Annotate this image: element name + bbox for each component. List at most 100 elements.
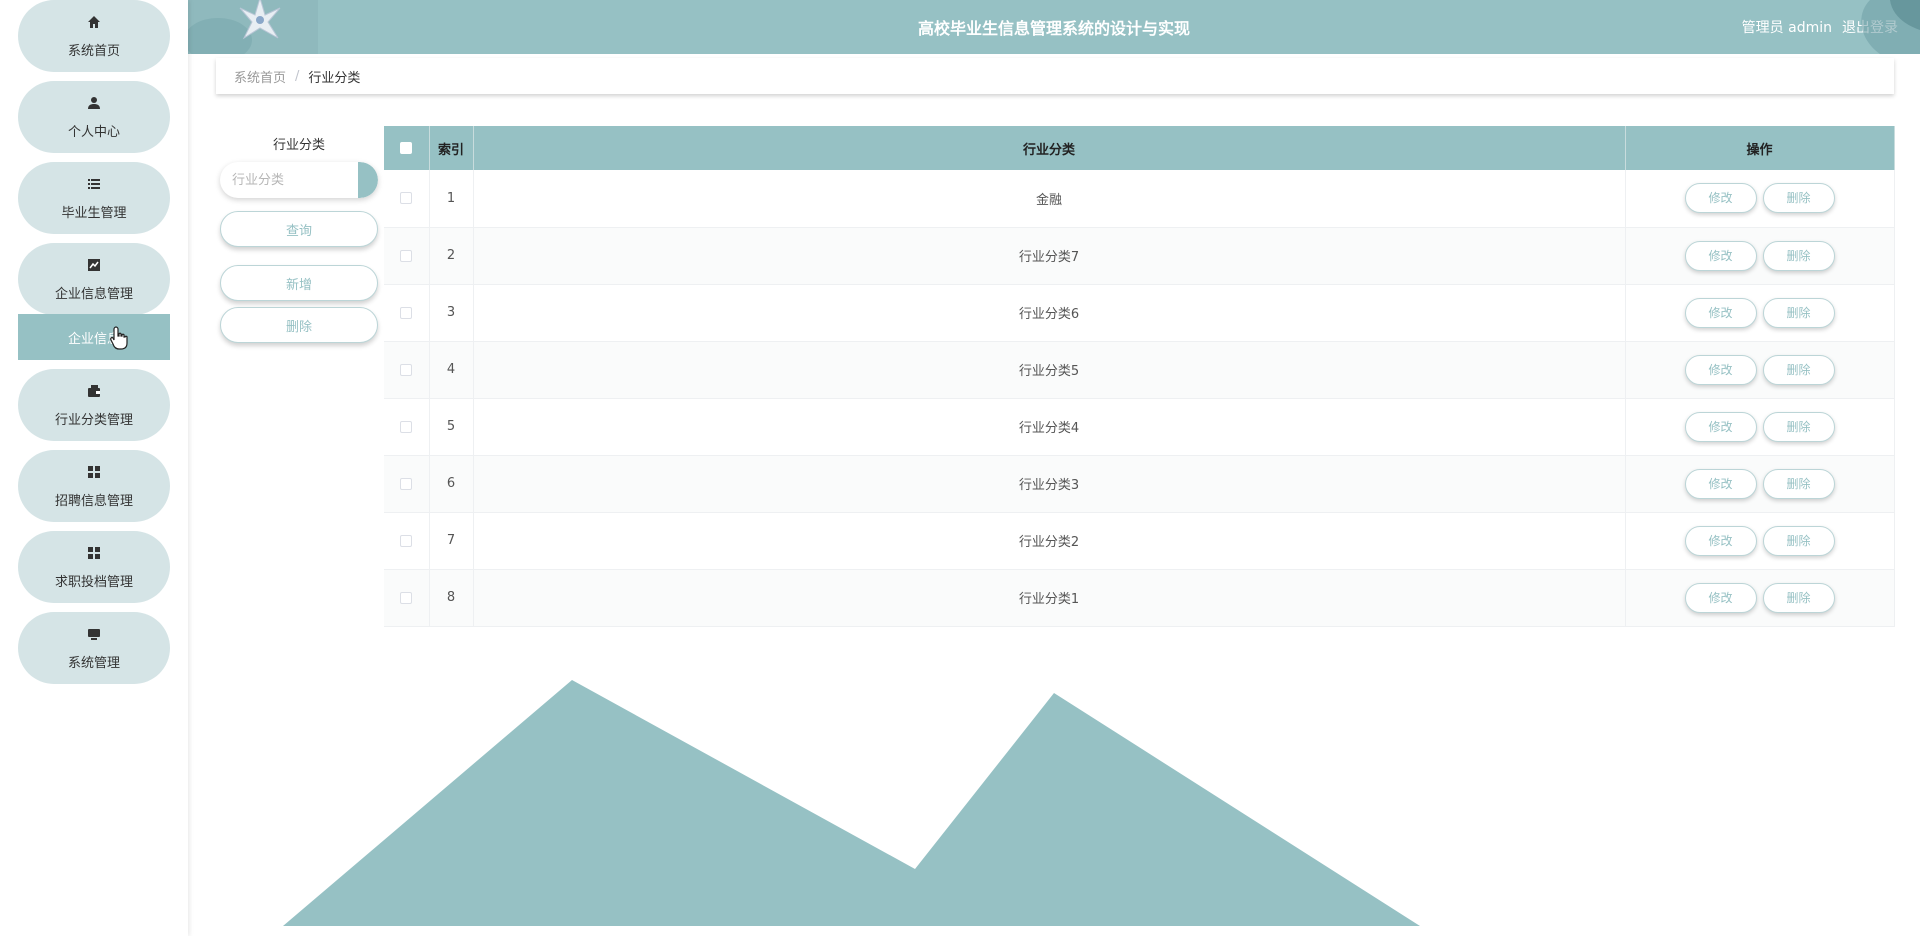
page-title: 高校毕业生信息管理系统的设计与实现 — [917, 19, 1190, 38]
delete-button[interactable]: 删除 — [1762, 240, 1835, 271]
home-icon — [87, 14, 101, 34]
sidebar-item-label: 毕业生管理 — [61, 205, 127, 221]
batch-delete-button[interactable]: 删除 — [220, 307, 378, 343]
row-actions: 修改 删除 — [1625, 569, 1895, 627]
row-index: 3 — [429, 284, 474, 342]
sidebar: 系统首页 个人中心 毕业生管理 企业信息管理 企业信息 行业分类管理 招聘信息管… — [0, 0, 188, 936]
row-actions: 修改 删除 — [1625, 512, 1895, 570]
row-checkbox[interactable] — [400, 477, 413, 490]
sidebar-item-company[interactable]: 企业信息管理 — [18, 243, 170, 315]
delete-button[interactable]: 删除 — [1762, 354, 1835, 385]
sidebar-item-system[interactable]: 系统管理 — [18, 612, 170, 684]
row-select-cell — [384, 341, 430, 399]
row-index: 1 — [429, 170, 474, 228]
row-checkbox[interactable] — [400, 306, 413, 319]
row-category: 行业分类1 — [473, 569, 1626, 627]
row-select-cell — [384, 170, 430, 228]
table-row: 1 金融 修改 删除 — [384, 170, 1895, 228]
input-accent-tab — [358, 162, 378, 198]
edit-button[interactable]: 修改 — [1684, 582, 1757, 613]
grid-icon — [87, 545, 101, 565]
row-select-cell — [384, 512, 430, 570]
breadcrumb-separator: / — [295, 68, 300, 84]
row-category: 行业分类4 — [473, 398, 1626, 456]
row-select-cell — [384, 284, 430, 342]
row-category: 行业分类5 — [473, 341, 1626, 399]
row-actions: 修改 删除 — [1625, 455, 1895, 513]
column-header-index: 索引 — [429, 126, 474, 170]
breadcrumb: 系统首页 / 行业分类 — [216, 58, 1894, 94]
column-header-category: 行业分类 — [473, 126, 1626, 170]
mountain-decoration — [283, 680, 1420, 926]
delete-button[interactable]: 删除 — [1762, 468, 1835, 499]
delete-button[interactable]: 删除 — [1762, 411, 1835, 442]
row-index: 7 — [429, 512, 474, 570]
delete-button[interactable]: 删除 — [1762, 582, 1835, 613]
edit-button[interactable]: 修改 — [1684, 468, 1757, 499]
row-select-cell — [384, 455, 430, 513]
edit-button[interactable]: 修改 — [1684, 525, 1757, 556]
sidebar-item-home[interactable]: 系统首页 — [18, 0, 170, 72]
flower-decoration-icon — [188, 0, 318, 54]
row-select-cell — [384, 398, 430, 456]
table-row: 3 行业分类6 修改 删除 — [384, 284, 1895, 342]
row-select-cell — [384, 227, 430, 285]
row-checkbox[interactable] — [400, 420, 413, 433]
breadcrumb-current: 行业分类 — [308, 70, 361, 86]
search-input[interactable] — [220, 162, 358, 198]
sidebar-item-recruitment[interactable]: 招聘信息管理 — [18, 450, 170, 522]
table-row: 4 行业分类5 修改 删除 — [384, 341, 1895, 399]
row-checkbox[interactable] — [400, 249, 413, 262]
delete-button[interactable]: 删除 — [1762, 183, 1835, 214]
table-row: 2 行业分类7 修改 删除 — [384, 227, 1895, 285]
add-button[interactable]: 新增 — [220, 265, 378, 301]
table-row: 7 行业分类2 修改 删除 — [384, 512, 1895, 570]
table-header-row: 索引 行业分类 操作 — [384, 126, 1895, 170]
row-checkbox[interactable] — [400, 534, 413, 547]
row-checkbox[interactable] — [400, 363, 413, 376]
search-input-wrapper — [220, 162, 378, 198]
user-icon — [87, 95, 101, 115]
sidebar-item-label: 系统管理 — [67, 655, 120, 671]
sidebar-item-label: 行业分类管理 — [54, 412, 133, 428]
delete-button[interactable]: 删除 — [1762, 297, 1835, 328]
row-actions: 修改 删除 — [1625, 341, 1895, 399]
sidebar-item-graduates[interactable]: 毕业生管理 — [18, 162, 170, 234]
edit-button[interactable]: 修改 — [1684, 240, 1757, 271]
chart-icon — [87, 257, 101, 277]
row-index: 6 — [429, 455, 474, 513]
row-category: 行业分类7 — [473, 227, 1626, 285]
edit-button[interactable]: 修改 — [1684, 354, 1757, 385]
breadcrumb-home[interactable]: 系统首页 — [234, 67, 286, 86]
column-header-actions: 操作 — [1625, 126, 1895, 170]
sidebar-item-applications[interactable]: 求职投档管理 — [18, 531, 170, 603]
select-all-checkbox[interactable] — [400, 142, 413, 154]
row-actions: 修改 删除 — [1625, 170, 1895, 228]
row-checkbox[interactable] — [400, 192, 413, 205]
industry-table: 索引 行业分类 操作 1 金融 修改 删除 2 行业分类7 修改 删除 3 行业分类6 修改 删除 4 行… — [384, 126, 1895, 627]
delete-button[interactable]: 删除 — [1762, 525, 1835, 556]
row-checkbox[interactable] — [400, 591, 413, 604]
search-field-label: 行业分类 — [272, 138, 325, 153]
sidebar-item-label: 企业信息管理 — [54, 286, 133, 302]
leaf-decoration-icon — [1861, 0, 1920, 54]
row-actions: 修改 删除 — [1625, 284, 1895, 342]
edit-button[interactable]: 修改 — [1684, 297, 1757, 328]
top-header: 高校毕业生信息管理系统的设计与实现 管理员 admin 退出登录 — [188, 0, 1920, 54]
sidebar-subitem-company-info[interactable]: 企业信息 — [18, 314, 170, 360]
table-row: 5 行业分类4 修改 删除 — [384, 398, 1895, 456]
sidebar-item-label: 招聘信息管理 — [54, 493, 133, 509]
row-index: 8 — [429, 569, 474, 627]
sidebar-item-industry[interactable]: 行业分类管理 — [18, 369, 170, 441]
edit-button[interactable]: 修改 — [1684, 411, 1757, 442]
row-index: 4 — [429, 341, 474, 399]
edit-button[interactable]: 修改 — [1684, 183, 1757, 214]
table-row: 8 行业分类1 修改 删除 — [384, 569, 1895, 627]
row-category: 行业分类6 — [473, 284, 1626, 342]
monitor-icon — [87, 626, 101, 646]
sidebar-item-personal[interactable]: 个人中心 — [18, 81, 170, 153]
row-category: 行业分类3 — [473, 455, 1626, 513]
table-row: 6 行业分类3 修改 删除 — [384, 455, 1895, 513]
query-button[interactable]: 查询 — [220, 211, 378, 247]
row-index: 5 — [429, 398, 474, 456]
